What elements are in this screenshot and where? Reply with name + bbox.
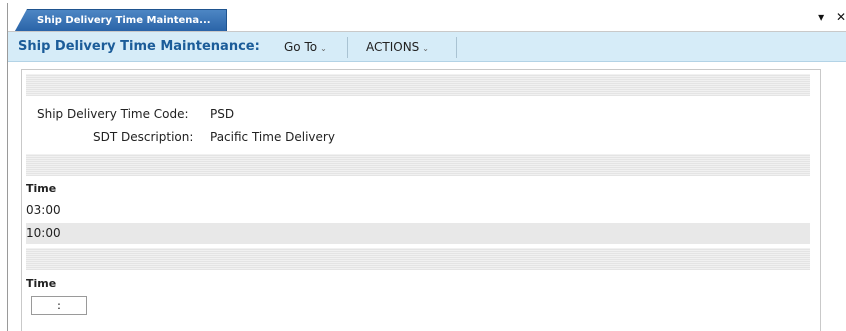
content-panel: Ship Delivery Time Code: PSD SDT Descrip… xyxy=(21,69,821,331)
time-column-header: Time xyxy=(26,182,57,195)
section-band xyxy=(26,74,810,96)
dropdown-icon[interactable]: ▾ xyxy=(818,10,824,24)
page-title: Ship Delivery Time Maintenance: xyxy=(18,39,260,54)
goto-menu[interactable]: Go To ⌄ xyxy=(284,40,327,54)
actions-menu-label: ACTIONS xyxy=(366,40,420,54)
new-time-header: Time xyxy=(26,277,57,290)
actions-menu[interactable]: ACTIONS ⌄ xyxy=(366,40,429,54)
code-value: PSD xyxy=(210,107,235,121)
tab-ship-delivery-time[interactable]: Ship Delivery Time Maintena... xyxy=(15,9,227,31)
close-icon[interactable]: ✕ xyxy=(836,10,846,24)
goto-menu-label: Go To xyxy=(284,40,318,54)
table-row[interactable]: 03:00 xyxy=(26,200,810,221)
section-band xyxy=(26,248,810,270)
description-value: Pacific Time Delivery xyxy=(210,130,335,144)
page-header: Ship Delivery Time Maintenance: Go To ⌄ A… xyxy=(8,32,846,62)
menu-divider xyxy=(347,37,348,58)
code-label: Ship Delivery Time Code: xyxy=(37,107,189,121)
window-controls: ▾ ✕ xyxy=(810,10,846,24)
chevron-down-icon: ⌄ xyxy=(422,44,429,53)
description-label: SDT Description: xyxy=(93,130,194,144)
table-row[interactable]: 10:00 xyxy=(26,223,810,244)
time-input[interactable] xyxy=(31,296,87,315)
tab-strip: Ship Delivery Time Maintena... ▾ ✕ xyxy=(8,3,846,32)
chevron-down-icon: ⌄ xyxy=(320,44,327,53)
menu-divider xyxy=(456,37,457,58)
section-band xyxy=(26,154,810,176)
